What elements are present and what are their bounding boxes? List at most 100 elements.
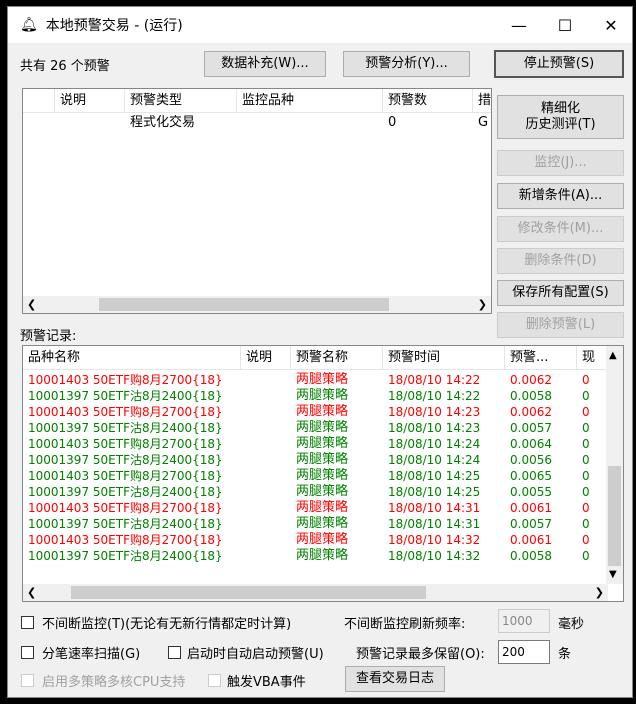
record-row[interactable]: 10001403 50ETF购8月2700{18} 两腿策略 18/08/10 14…	[23, 372, 607, 388]
scroll-down-icon[interactable]: ▼	[609, 569, 617, 580]
alert-window: 🔔︎ 本地预警交易 - (运行) — ☐ ✕ 共有 26 个预警 数据补充(W)…	[7, 6, 633, 698]
column-header[interactable]: 预警类型	[125, 89, 237, 112]
table-cell: G	[478, 115, 489, 130]
record-row[interactable]: 10001397 50ETF沽8月2400{18} 两腿策略 18/08/10 14…	[23, 452, 607, 468]
add-condition-button[interactable]: 新增条件(A)...	[497, 183, 624, 209]
record-time: 18/08/10 14:23	[388, 405, 481, 419]
record-time: 18/08/10 14:24	[388, 453, 481, 467]
record-alert: 两腿策略	[296, 500, 349, 515]
record-last: 0	[582, 421, 590, 435]
continuous-monitor-checkbox[interactable]	[21, 616, 34, 629]
record-row[interactable]: 10001403 50ETF购8月2700{18} 两腿策略 18/08/10 14…	[23, 468, 607, 484]
records-table: 品种名称 说明 预警名称 预警时间 预警... 现 10001403 50ETF购8月27…	[22, 345, 624, 602]
record-time: 18/08/10 14:25	[388, 469, 481, 483]
record-row[interactable]: 10001397 50ETF沽8月2400{18} 两腿策略 18/08/10 14…	[23, 516, 607, 532]
record-alert: 两腿策略	[296, 468, 349, 483]
column-header[interactable]: 品种名称	[23, 346, 241, 369]
modify-condition-button[interactable]: 修改条件(M)...	[497, 216, 624, 242]
scroll-thumb[interactable]	[71, 586, 426, 599]
auto-start-checkbox[interactable]	[168, 646, 181, 659]
records-vscrollbar[interactable]: ▲ ▼	[606, 346, 623, 584]
record-last: 0	[582, 389, 590, 403]
record-note	[241, 388, 291, 404]
data-supplement-button[interactable]: 数据补充(W)...	[204, 51, 326, 77]
max-records-input[interactable]: 200	[498, 640, 550, 664]
close-button[interactable]: ✕	[588, 7, 634, 43]
record-value: 0.0064	[510, 437, 552, 451]
record-value: 0.0056	[510, 453, 552, 467]
scroll-left-icon[interactable]: ❮	[27, 298, 36, 311]
column-header[interactable]: 预警名称	[291, 346, 383, 369]
column-header[interactable]: 预警时间	[383, 346, 505, 369]
record-value: 0.0062	[510, 405, 552, 419]
stop-alert-button[interactable]: 停止预警(S)	[494, 50, 624, 78]
tick-scan-label: 分笔速率扫描(G)	[42, 647, 141, 662]
vba-checkbox[interactable]	[208, 674, 221, 687]
save-all-button[interactable]: 保存所有配置(S)	[497, 280, 624, 306]
records-table-header: 品种名称 说明 预警名称 预警时间 预警... 现	[23, 346, 607, 370]
column-header[interactable]: 监控品种	[237, 89, 383, 112]
continuous-monitor-label: 不间断监控(T)(无论有无新行情都定时计算)	[42, 617, 292, 632]
record-last: 0	[582, 549, 590, 563]
table-row[interactable]: 程式化交易 0 G	[23, 115, 491, 135]
column-header[interactable]: 现	[577, 346, 607, 369]
scroll-left-icon[interactable]: ❮	[27, 586, 36, 599]
vba-label: 触发VBA事件	[227, 675, 306, 690]
column-header[interactable]: 预警数	[383, 89, 473, 112]
multicore-option[interactable]: 启用多策略多核CPU支持	[21, 671, 185, 690]
record-row[interactable]: 10001397 50ETF沽8月2400{18} 两腿策略 18/08/10 14…	[23, 388, 607, 404]
record-row[interactable]: 10001397 50ETF沽8月2400{18} 两腿策略 18/08/10 14…	[23, 484, 607, 500]
column-header[interactable]: 说明	[241, 346, 291, 369]
record-row[interactable]: 10001403 50ETF购8月2700{18} 两腿策略 18/08/10 14…	[23, 404, 607, 420]
minimize-button[interactable]: —	[496, 7, 542, 43]
record-value: 0.0061	[510, 533, 552, 547]
scroll-thumb[interactable]	[99, 298, 389, 311]
table-cell	[23, 115, 55, 135]
alert-analysis-button[interactable]: 预警分析(Y)...	[343, 51, 470, 77]
record-alert: 两腿策略	[296, 516, 349, 531]
tick-scan-option[interactable]: 分笔速率扫描(G)	[21, 643, 140, 662]
table-cell: 程式化交易	[130, 115, 196, 130]
record-row[interactable]: 10001403 50ETF购8月2700{18} 两腿策略 18/08/10 14…	[23, 532, 607, 548]
alert-table-header: 说明 预警类型 监控品种 预警数措	[23, 89, 491, 113]
record-row[interactable]: 10001397 50ETF沽8月2400{18} 两腿策略 18/08/10 14…	[23, 548, 607, 564]
scroll-up-icon[interactable]: ▲	[609, 350, 617, 361]
record-note	[241, 404, 291, 420]
history-test-label-1: 精细化	[540, 101, 580, 116]
record-row[interactable]: 10001397 50ETF沽8月2400{18} 两腿策略 18/08/10 14…	[23, 420, 607, 436]
tick-scan-checkbox[interactable]	[21, 646, 34, 659]
column-header[interactable]: 预警...	[505, 346, 577, 369]
column-header[interactable]: 措	[473, 89, 491, 112]
record-row[interactable]: 10001403 50ETF购8月2700{18} 两腿策略 18/08/10 14…	[23, 436, 607, 452]
column-header[interactable]: 说明	[55, 89, 125, 112]
view-log-button[interactable]: 查看交易日志	[345, 666, 445, 692]
record-last: 0	[582, 469, 590, 483]
record-value: 0.0058	[510, 389, 552, 403]
scroll-right-icon[interactable]: ❯	[595, 586, 604, 599]
refresh-input[interactable]: 1000	[498, 609, 550, 633]
window-title: 本地预警交易 - (运行)	[45, 18, 183, 34]
record-alert: 两腿策略	[296, 548, 349, 563]
record-time: 18/08/10 14:32	[388, 549, 481, 563]
vba-option[interactable]: 触发VBA事件	[208, 671, 306, 690]
scroll-right-icon[interactable]: ❯	[478, 298, 487, 311]
column-header[interactable]	[23, 89, 55, 112]
maximize-button[interactable]: ☐	[542, 7, 588, 43]
record-value: 0.0057	[510, 517, 552, 531]
record-row[interactable]: 10001403 50ETF购8月2700{18} 两腿策略 18/08/10 14…	[23, 500, 607, 516]
auto-start-option[interactable]: 启动时自动启动预警(U)	[168, 643, 324, 662]
record-note	[241, 452, 291, 468]
history-test-button[interactable]: 精细化 历史测评(T)	[497, 95, 624, 139]
delete-condition-button[interactable]: 删除条件(D)	[497, 248, 624, 274]
delete-alert-button[interactable]: 删除预警(L)	[497, 312, 624, 338]
record-alert: 两腿策略	[296, 452, 349, 467]
records-hscrollbar[interactable]: ❮ ❯	[23, 584, 608, 601]
scroll-thumb[interactable]	[608, 466, 621, 566]
record-alert: 两腿策略	[296, 372, 349, 387]
alert-hscrollbar[interactable]: ❮ ❯	[23, 296, 491, 313]
record-time: 18/08/10 14:22	[388, 373, 481, 387]
multicore-checkbox[interactable]	[21, 674, 34, 687]
continuous-monitor-option[interactable]: 不间断监控(T)(无论有无新行情都定时计算)	[21, 613, 291, 632]
monitor-button[interactable]: 监控(J)...	[497, 150, 624, 176]
record-name: 10001403 50ETF购8月2700{18}	[28, 469, 223, 483]
